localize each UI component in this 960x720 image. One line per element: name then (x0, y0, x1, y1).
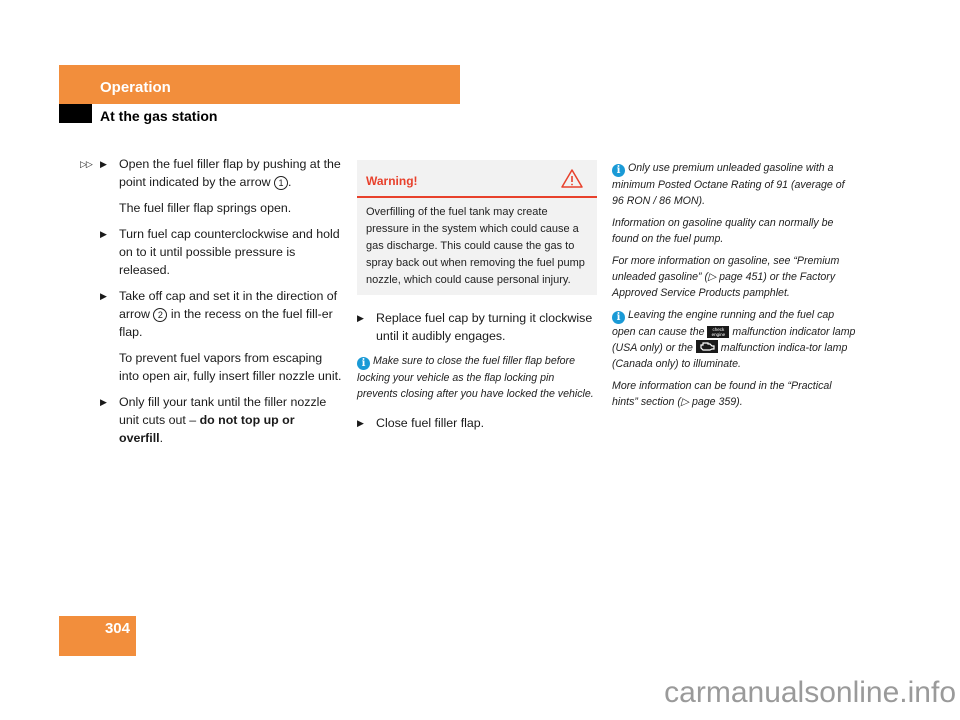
step-replace-cap: ▶ Replace fuel cap by turning it clockwi… (357, 311, 593, 343)
continuation-icon: ▷▷ (80, 159, 93, 169)
callout-2: 2 (153, 308, 168, 322)
info-note-gasoline: i Only use premium unleaded gasoline with… (612, 162, 845, 207)
info-note-engine: i Leaving the engine running and the fuel… (612, 309, 856, 370)
bullet-arrow-icon: ▶ (100, 229, 107, 239)
bullet-arrow-icon: ▶ (357, 313, 364, 323)
engine-malfunction-lamp-icon (695, 340, 718, 353)
column-3: i Only use premium unleaded gasoline with… (612, 160, 856, 416)
subsection-marker (59, 104, 92, 123)
page-number-box: 304 (59, 616, 136, 656)
check-engine-lamp-icon: check engine (707, 326, 730, 338)
step-fill-tank: ▶ Only fill your tank until the filler n… (100, 395, 327, 445)
page-reference-link[interactable]: ▷ page 359 (681, 396, 736, 408)
bullet-arrow-icon: ▶ (100, 397, 107, 407)
step-take-off-cap: ▶ Take off cap and set it in the directi… (100, 289, 338, 339)
step-turn-cap: ▶ Turn fuel cap counterclockwise and hol… (100, 227, 340, 277)
bullet-arrow-icon: ▶ (100, 291, 107, 301)
bullet-arrow-icon: ▶ (100, 159, 107, 169)
warning-header: Warning! (357, 160, 597, 198)
info-icon: i (612, 311, 625, 324)
info-note-more: For more information on gasoline, see “P… (612, 255, 840, 299)
column-1: ▷▷ ▶ Open the fuel filler flap by pushin… (80, 155, 342, 455)
page-number: 304 (104, 620, 130, 637)
warning-title: Warning! (366, 174, 418, 188)
step-note: To prevent fuel vapors from escaping int… (119, 351, 342, 383)
info-note: i Make sure to close the fuel filler flap… (357, 355, 594, 400)
warning-triangle-icon (561, 169, 583, 193)
info-icon: i (612, 164, 625, 177)
bullet-arrow-icon: ▶ (357, 418, 364, 428)
info-note-quality: Information on gasoline quality can norm… (612, 217, 834, 245)
callout-1: 1 (273, 176, 288, 190)
page-reference-link[interactable]: ▷ page 451 (708, 271, 763, 283)
subsection-title: At the gas station (100, 108, 218, 124)
info-icon: i (357, 357, 370, 370)
step-open-flap: ▷▷ ▶ Open the fuel filler flap by pushin… (80, 157, 341, 190)
step-close-flap: ▶ Close fuel filler flap. (357, 416, 485, 430)
info-note-practical-hints: More information can be found in the “Pr… (612, 380, 832, 408)
warning-text: Overfilling of the fuel tank may create … (366, 206, 585, 286)
section-title: Operation (100, 79, 171, 96)
step-result: The fuel filler flap springs open. (119, 201, 292, 215)
column-2: Warning! Overfilling of the fuel tank ma… (357, 160, 597, 440)
watermark: carmanualsonline.info (664, 676, 956, 709)
warning-box: Warning! Overfilling of the fuel tank ma… (357, 160, 597, 295)
